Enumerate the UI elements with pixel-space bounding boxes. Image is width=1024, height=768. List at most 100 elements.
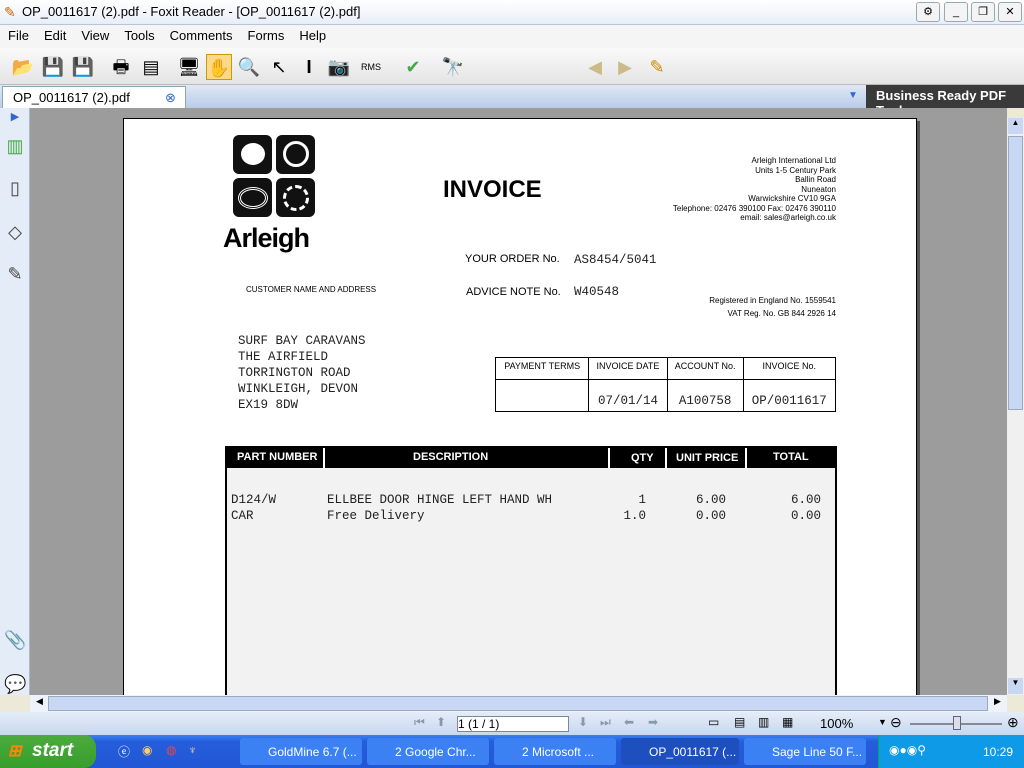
outlook-icon[interactable]: ◉ [142,743,152,757]
print-icon[interactable]: 🖶 [108,54,134,80]
zoom-tool-icon[interactable]: 🔍 [236,54,262,80]
window-title: OP_0011617 (2).pdf - Foxit Reader - [OP_… [22,4,361,19]
zoom-slider-thumb[interactable] [953,716,961,730]
tray-icons[interactable]: ◉●◉⚲ [889,743,926,757]
order-value: AS8454/5041 [574,253,657,267]
items-header: PART NUMBER DESCRIPTION QTY UNIT PRICE T… [227,448,835,468]
previous-page-icon[interactable]: ⬆ [436,715,446,729]
go-forward-icon[interactable]: ➡ [648,715,658,729]
find-previous-icon[interactable]: ◀ [582,54,608,80]
zoom-dropdown-icon[interactable]: ▼ [878,717,887,727]
document-view[interactable]: Arleigh INVOICE Arleigh International Lt… [30,108,1007,695]
expand-sidebar-icon[interactable]: ▶ [4,110,26,134]
chevron-down-icon[interactable]: ▼ [848,90,858,101]
save-icon[interactable]: 💾 [40,54,66,80]
left-sidebar: ▶ ▥ ▯ ◇ ✎ 📎 💬 [0,108,30,695]
table-row: D124/W ELLBEE DOOR HINGE LEFT HAND WH 1 … [231,493,821,507]
go-back-icon[interactable]: ⬅ [624,715,634,729]
vat-number: VAT Reg. No. GB 844 2926 14 [727,309,836,318]
vertical-scrollbar[interactable]: ▲ ▼ [1007,118,1024,695]
continuous-icon[interactable]: ▤ [734,715,745,729]
company-address: Arleigh International Ltd Units 1-5 Centu… [672,156,836,222]
open-icon[interactable]: 📂 [10,54,36,80]
facing-icon[interactable]: ▥ [758,715,769,729]
task-foxit[interactable]: OP_0011617 (... [621,738,739,765]
attachments-icon[interactable]: 📎 [4,630,26,654]
pages-icon[interactable]: ▯ [4,178,26,202]
menu-edit[interactable]: Edit [36,25,73,43]
customer-label: CUSTOMER NAME AND ADDRESS [246,285,377,294]
menu-help[interactable]: Help [291,25,333,43]
menu-comments[interactable]: Comments [162,25,240,43]
hscroll-thumb[interactable] [48,696,988,711]
scroll-down-button[interactable]: ▼ [1008,678,1023,694]
menu-forms[interactable]: Forms [240,25,292,43]
arleigh-logo-icon [233,135,317,219]
order-label: YOUR ORDER No. [465,253,560,265]
customer-address: SURF BAY CARAVANS THE AIRFIELD TORRINGTON … [238,334,366,412]
find-next-icon[interactable]: ▶ [612,54,638,80]
snapshot-icon[interactable]: 📷 [326,54,352,80]
find-icon[interactable]: 🔭 [440,54,466,80]
properties-icon[interactable]: ▤ [138,54,164,80]
continuous-facing-icon[interactable]: ▦ [782,715,793,729]
restore-tool-icon[interactable]: ⚙ [916,2,940,22]
table-row: CAR Free Delivery 1.0 0.00 0.00 [231,509,821,523]
scroll-up-button[interactable]: ▲ [1008,118,1023,134]
rms-lock-icon[interactable]: RMS [358,54,384,80]
zoom-in-icon[interactable]: ⊕ [1007,714,1019,731]
advice-label: ADVICE NOTE No. [466,286,561,298]
close-tab-icon[interactable]: ⊗ [165,90,176,106]
invoice-title: INVOICE [443,176,542,203]
taskbar: ⊞ start ⓔ ◉ ◍ ♆ GoldMine 6.7 (... 2 Googl… [0,735,1024,768]
system-tray: ◉●◉⚲ 10:29 [878,735,1024,768]
typewriter-icon[interactable]: ✎ [644,54,670,80]
scroll-left-button[interactable]: ◀ [32,696,47,711]
save-as-icon[interactable]: 💾 [70,54,96,80]
menu-view[interactable]: View [73,25,116,43]
page-number-input[interactable] [457,716,569,732]
maximize-button[interactable]: ❐ [971,2,995,22]
pdf-page: Arleigh INVOICE Arleigh International Lt… [123,118,917,695]
items-table: PART NUMBER DESCRIPTION QTY UNIT PRICE T… [225,446,837,695]
hand-tool-icon[interactable]: ✋ [206,54,232,80]
menu-file[interactable]: File [0,25,36,43]
menu-bar: File Edit View Tools Comments Forms Help [0,25,1024,48]
task-microsoft[interactable]: 2 Microsoft ... [494,738,616,765]
text-select-icon[interactable]: 𝐈 [296,54,322,80]
foxit-app-icon: ✎ [4,4,16,20]
logo-text: Arleigh [223,223,310,253]
tab-document[interactable]: OP_0011617 (2).pdf ⊗ [2,86,186,108]
zoom-out-icon[interactable]: ⊖ [890,714,902,731]
single-page-icon[interactable]: ▭ [708,715,719,729]
tab-label: OP_0011617 (2).pdf [13,90,130,105]
last-page-icon[interactable]: ⏭ [600,715,611,730]
select-tool-icon[interactable]: ↖ [266,54,292,80]
task-goldmine[interactable]: GoldMine 6.7 (... [240,738,362,765]
start-button[interactable]: ⊞ start [0,735,96,768]
ie-icon[interactable]: ⓔ [118,743,130,760]
annotations-icon[interactable]: 💬 [4,674,26,698]
title-bar: ✎ OP_0011617 (2).pdf - Foxit Reader - [O… [0,0,1024,25]
chrome-icon[interactable]: ◍ [166,743,176,757]
sign-icon[interactable]: ✔ [400,54,426,80]
layers-icon[interactable]: ◇ [4,222,26,246]
first-page-icon[interactable]: ⏮ [414,715,425,730]
menu-tools[interactable]: Tools [116,25,161,43]
registration-number: Registered in England No. 1559541 [709,296,836,305]
fullscreen-icon[interactable]: 🖥 [176,54,202,80]
task-sage[interactable]: Sage Line 50 F... [744,738,866,765]
comments-icon[interactable]: ✎ [4,264,26,288]
brand-banner[interactable]: Business Ready PDF Tool [866,85,1024,118]
bookmarks-icon[interactable]: ▥ [4,136,26,160]
minimize-button[interactable]: _ [944,2,968,22]
horizontal-scrollbar[interactable]: ◀ ▶ [30,695,1007,712]
quicklaunch-icon[interactable]: ♆ [188,743,197,757]
scroll-thumb[interactable] [1008,136,1023,410]
task-chrome[interactable]: 2 Google Chr... [367,738,489,765]
status-bar: ⏮ ⬆ ⬇ ⏭ ⬅ ➡ ▭ ▤ ▥ ▦ 100% ▼ ⊖ ⊕ [0,712,1024,735]
zoom-level[interactable]: 100% [820,716,853,731]
scroll-right-button[interactable]: ▶ [990,696,1005,711]
close-button[interactable]: ✕ [998,2,1022,22]
next-page-icon[interactable]: ⬇ [578,715,588,729]
